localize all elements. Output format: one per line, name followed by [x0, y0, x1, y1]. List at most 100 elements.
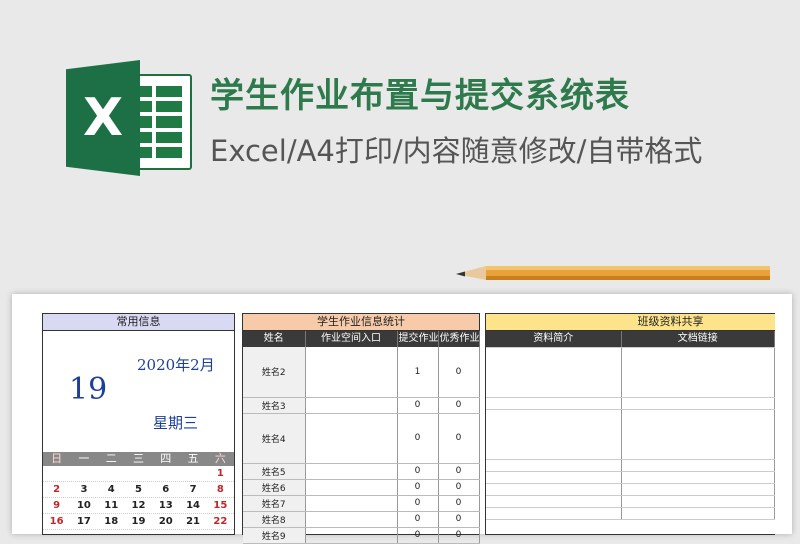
submitted-count-cell: 0 — [397, 495, 439, 512]
excellent-count-cell: 0 — [438, 495, 480, 512]
material-intro-cell[interactable] — [486, 483, 622, 496]
excellent-count-cell: 0 — [438, 413, 480, 464]
homework-entry-link[interactable] — [305, 397, 398, 414]
table-row: 姓名3 0 0 — [243, 397, 480, 414]
calendar-date-cell[interactable]: 13 — [152, 498, 179, 513]
student-name-cell: 姓名6 — [243, 479, 306, 496]
document-link-cell[interactable] — [621, 397, 775, 410]
calendar-date-cell[interactable]: 7 — [179, 482, 206, 497]
pencil-icon — [456, 266, 770, 280]
submitted-count-cell: 0 — [397, 463, 439, 480]
student-name-cell: 姓名2 — [243, 347, 306, 398]
calendar-date-cell[interactable] — [43, 466, 70, 481]
submitted-count-cell: 1 — [397, 347, 439, 398]
calendar-date-cell[interactable]: 2 — [43, 482, 70, 497]
calendar-date-cell[interactable]: 14 — [179, 498, 206, 513]
calendar-date-cell[interactable] — [152, 466, 179, 481]
table-row — [486, 495, 775, 508]
homework-entry-link[interactable] — [305, 479, 398, 496]
common-info-header: 常用信息 — [43, 314, 234, 331]
homework-entry-link[interactable] — [305, 463, 398, 480]
document-link-cell[interactable] — [621, 495, 775, 508]
weekday-header: 五 — [187, 452, 199, 465]
table-row — [486, 483, 775, 496]
submitted-count-cell: 0 — [397, 413, 439, 464]
excel-logo: X — [66, 60, 194, 176]
excellent-count-cell: 0 — [438, 347, 480, 398]
calendar-week-headers: 日 一 二 三 四 五 六 — [43, 452, 234, 466]
column-header: 姓名 — [243, 331, 306, 347]
calendar-weekday: 星期三 — [153, 414, 199, 432]
material-intro-cell[interactable] — [486, 347, 622, 398]
calendar-date-cell[interactable]: 16 — [43, 514, 70, 529]
calendar-date-cell[interactable] — [125, 466, 152, 481]
excellent-count-cell: 0 — [438, 511, 480, 528]
homework-entry-link[interactable] — [305, 511, 398, 528]
calendar-week-row: 9 10 11 12 13 14 15 — [43, 498, 234, 514]
calendar-date-cell[interactable]: 12 — [125, 498, 152, 513]
table-row: 姓名7 0 0 — [243, 495, 480, 512]
calendar-date-cell[interactable]: 3 — [70, 482, 97, 497]
weekday-header: 日 — [51, 452, 63, 465]
calendar-date-cell[interactable]: 19 — [125, 514, 152, 529]
calendar-grid: 日 一 二 三 四 五 六 1 2 3 4 5 6 7 8 9 10 11 12 13 14 15 16 17 1… — [43, 452, 234, 530]
document-link-cell[interactable] — [621, 459, 775, 472]
homework-entry-link[interactable] — [305, 527, 398, 544]
calendar-date-cell[interactable]: 9 — [43, 498, 70, 513]
material-intro-cell[interactable] — [486, 507, 622, 520]
calendar-date-cell[interactable]: 15 — [207, 498, 234, 513]
table-row: 姓名6 0 0 — [243, 479, 480, 496]
submitted-count-cell: 0 — [397, 397, 439, 414]
calendar-date-cell[interactable]: 22 — [207, 514, 234, 529]
document-link-cell[interactable] — [621, 471, 775, 484]
material-intro-cell[interactable] — [486, 397, 622, 410]
document-link-cell[interactable] — [621, 409, 775, 460]
homework-stats-panel: 学生作业信息统计 姓名 作业空间入口 提交作业 优秀作业 姓名2 1 0 姓名3 0 0 姓… — [242, 313, 480, 544]
table-row: 姓名8 0 0 — [243, 511, 480, 528]
calendar-date-cell[interactable] — [70, 466, 97, 481]
calendar-date-cell[interactable]: 4 — [98, 482, 125, 497]
document-link-cell[interactable] — [621, 507, 775, 520]
excellent-count-cell: 0 — [438, 527, 480, 544]
calendar-week-row: 16 17 18 19 20 21 22 — [43, 514, 234, 530]
calendar-date-cell[interactable]: 6 — [152, 482, 179, 497]
calendar-date-cell[interactable] — [98, 466, 125, 481]
calendar-date-cell[interactable]: 1 — [207, 466, 234, 481]
table-row: 姓名2 1 0 — [243, 347, 480, 398]
homework-stats-header: 学生作业信息统计 — [243, 314, 479, 331]
table-row — [486, 397, 775, 410]
document-link-cell[interactable] — [621, 347, 775, 398]
table-row — [486, 409, 775, 460]
calendar-date-cell[interactable]: 10 — [70, 498, 97, 513]
homework-stats-table: 姓名 作业空间入口 提交作业 优秀作业 姓名2 1 0 姓名3 0 0 姓名4 0 0 姓名5 0 0… — [243, 331, 480, 544]
calendar-date-cell[interactable]: 20 — [152, 514, 179, 529]
calendar-date-cell[interactable]: 17 — [70, 514, 97, 529]
weekday-header: 二 — [105, 452, 117, 465]
material-intro-cell[interactable] — [486, 495, 622, 508]
calendar-date-cell[interactable]: 8 — [207, 482, 234, 497]
calendar-day: 19 — [69, 372, 108, 407]
material-intro-cell[interactable] — [486, 459, 622, 472]
page-subtitle: Excel/A4打印/内容随意修改/自带格式 — [210, 134, 703, 168]
document-link-cell[interactable] — [621, 483, 775, 496]
homework-entry-link[interactable] — [305, 347, 398, 398]
calendar-date-cell[interactable] — [179, 466, 206, 481]
calendar-date-cell[interactable]: 21 — [179, 514, 206, 529]
excellent-count-cell: 0 — [438, 479, 480, 496]
table-row: 姓名9 0 0 — [243, 527, 480, 544]
material-intro-cell[interactable] — [486, 471, 622, 484]
material-intro-cell[interactable] — [486, 409, 622, 460]
table-row: 姓名5 0 0 — [243, 463, 480, 480]
excellent-count-cell: 0 — [438, 397, 480, 414]
homework-entry-link[interactable] — [305, 413, 398, 464]
calendar-date-cell[interactable]: 5 — [125, 482, 152, 497]
table-row — [486, 459, 775, 472]
calendar-date-cell[interactable]: 11 — [98, 498, 125, 513]
class-share-panel: 班级资料共享 资料简介 文档链接 — [485, 313, 775, 535]
table-row — [486, 347, 775, 398]
calendar-date-cell[interactable]: 18 — [98, 514, 125, 529]
logo-letter: X — [66, 60, 140, 176]
homework-entry-link[interactable] — [305, 495, 398, 512]
column-header: 资料简介 — [486, 331, 622, 348]
student-name-cell: 姓名4 — [243, 413, 306, 464]
